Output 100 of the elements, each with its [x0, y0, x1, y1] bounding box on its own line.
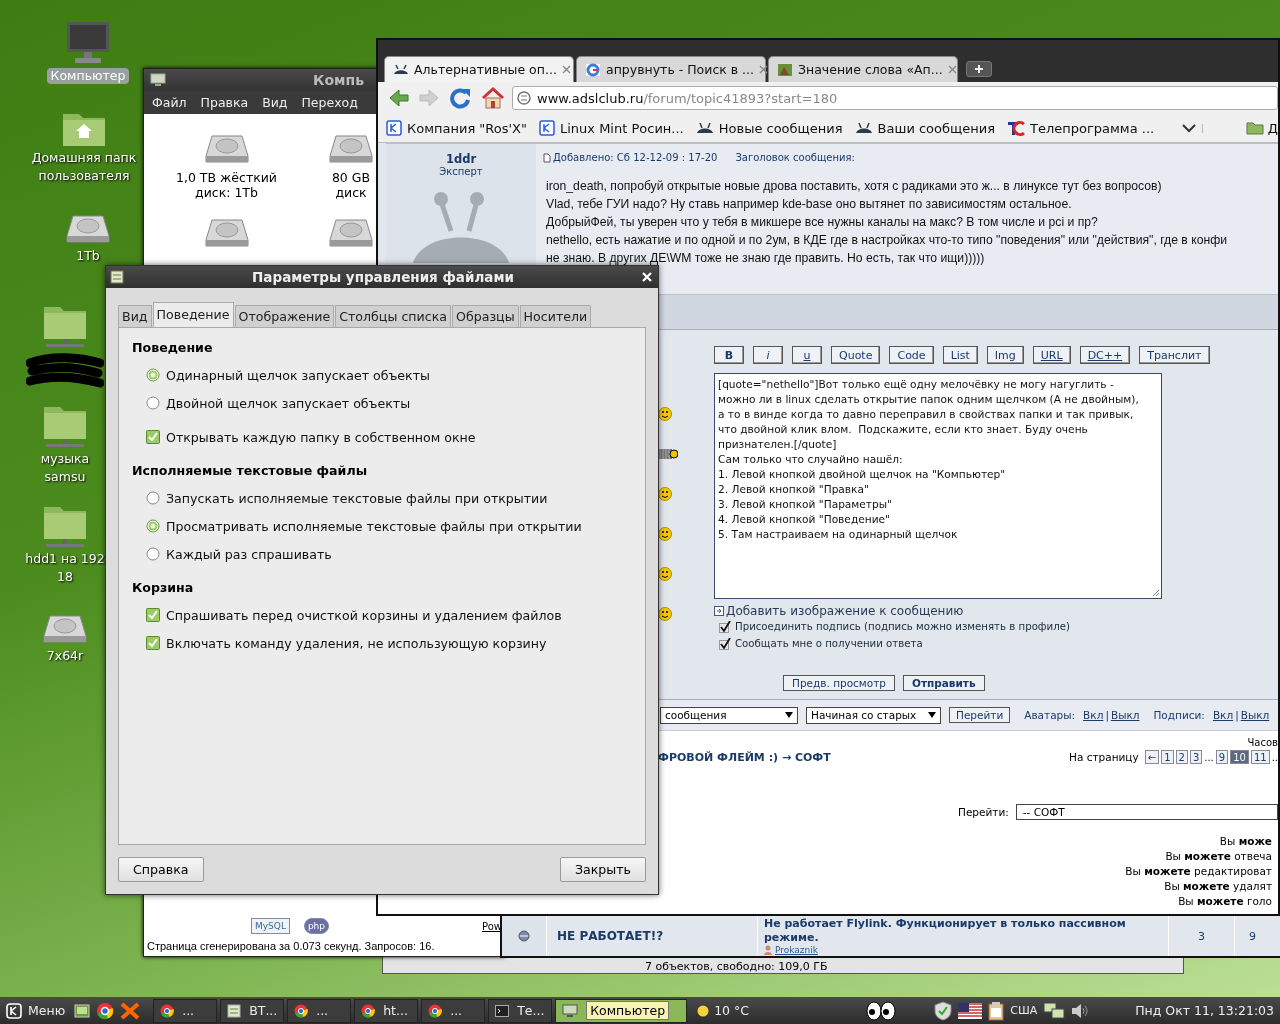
desktop-icon-label[interactable]: 7x64r	[42, 648, 88, 664]
menu-item[interactable]: Переход	[301, 95, 358, 110]
format-button[interactable]: B	[714, 346, 744, 364]
checkbox[interactable]	[146, 636, 160, 650]
page-button[interactable]: ←	[1144, 750, 1160, 764]
jump-select[interactable]: -- СОФТ	[1015, 804, 1278, 820]
window-title: Компь	[313, 72, 365, 88]
permission-text: Вы можете удалят	[1164, 879, 1272, 894]
bookmark[interactable]: Телепрограмма ...	[1007, 120, 1155, 136]
menu-item[interactable]: Вид	[262, 95, 288, 110]
link[interactable]: Выкл	[1240, 709, 1270, 721]
radio-button[interactable]	[146, 368, 160, 382]
taskbar-button[interactable]: ...	[153, 998, 218, 1023]
go-button[interactable]: Перейти	[949, 707, 1011, 723]
page-button[interactable]: 10	[1230, 750, 1249, 764]
dropdown-arrow-icon	[785, 712, 793, 718]
checkbox[interactable]	[719, 637, 731, 650]
bookmark[interactable]: Компания "Ros'X"	[386, 120, 527, 136]
format-button[interactable]: Img	[986, 346, 1024, 364]
format-button[interactable]: URL	[1032, 346, 1071, 364]
link[interactable]: Вкл	[1212, 709, 1234, 721]
radio-button[interactable]	[146, 547, 160, 561]
tab[interactable]: Носители	[519, 305, 592, 327]
menu-item[interactable]: Файл	[152, 95, 187, 110]
format-button[interactable]: DC++	[1079, 346, 1131, 364]
tab[interactable]: Поведение	[152, 302, 234, 328]
format-button[interactable]: List	[942, 346, 978, 364]
tab[interactable]: Образцы	[452, 305, 519, 327]
desktop-icon-label[interactable]: Домашняя папк	[27, 150, 141, 166]
address-bar[interactable]: www.adslclub.ru/forum/topic41893?start=180	[512, 86, 1278, 110]
taskbar-button[interactable]: ht...	[354, 998, 419, 1023]
close-button[interactable]	[642, 272, 652, 282]
breadcrumb[interactable]: ФРОВОЙ ФЛЕЙМ :) → СОФТ	[658, 751, 831, 764]
link[interactable]: Добавить изображение к сообщению	[726, 604, 964, 618]
author-link[interactable]: Prokaznik	[775, 945, 818, 955]
page-button[interactable]: 11	[1250, 750, 1270, 764]
format-button[interactable]: Code	[889, 346, 934, 364]
tab[interactable]: Отображение	[234, 305, 335, 327]
logo-badge: php	[303, 918, 330, 934]
format-button[interactable]: u	[792, 346, 822, 364]
file-label[interactable]: 1,0 TB жёсткий диск: 1Tb	[166, 170, 287, 200]
select-field[interactable]: сообщения	[660, 706, 798, 724]
option-label: Открывать каждую папку в собственном окне	[166, 429, 476, 445]
keyboard-layout[interactable]: США	[1010, 1004, 1038, 1017]
radio-button[interactable]	[146, 519, 160, 533]
taskbar-button[interactable]: ...	[421, 998, 486, 1023]
taskbar-button[interactable]: Компьютер	[555, 998, 688, 1023]
checkbox[interactable]	[146, 608, 160, 622]
dropdown-arrow-icon	[928, 712, 936, 718]
taskbar-button[interactable]: ...	[287, 998, 352, 1023]
close-icon	[759, 65, 769, 74]
topic-title[interactable]: НЕ РАБОТАЕТ!?	[557, 929, 757, 943]
browser-tab[interactable]: Значение слова «Ап...	[768, 56, 958, 82]
menu-button[interactable]: Меню	[0, 1002, 70, 1019]
radio-button[interactable]	[146, 396, 160, 410]
plus-icon	[974, 64, 984, 74]
browser-tab[interactable]: Альтернативные оп...	[384, 56, 574, 82]
folder-icon	[1245, 121, 1264, 135]
page-button[interactable]: 1	[1161, 750, 1174, 764]
select-field[interactable]: Начиная со старых	[806, 706, 941, 724]
desktop-icon-label[interactable]: samsu	[40, 469, 90, 485]
submit-button[interactable]: Отправить	[903, 675, 985, 691]
message-field[interactable]: [quote="nethello"]Вот только ещё одну мелочёвку не могу нагуглить - можно ли в linux сделать открытие папок одним щелчком (А не двойным), а то в винде когда то давно переправил в свойствах папки и так привык, что двойной клик влом. Подскажите, если кто знает. Буду очень признателен.[/quote] Сам только что случайно нашёл: 1. Левой кнопкой двойной щелчок на "Компьютер" 2. Левой кнопкой "Правка" 3. Левой кнопкой "Параметры" 4. Левой кнопкой "Поведение" 5. Там настраиваем на одинарный щелчок	[714, 373, 1162, 599]
file-label[interactable]: 80 GB диск	[329, 170, 373, 200]
format-button[interactable]: i	[753, 346, 783, 364]
bookmark[interactable]: Новые сообщения	[695, 120, 843, 136]
menu-item[interactable]: Правка	[200, 95, 249, 110]
monitor-icon	[562, 1003, 579, 1018]
bookmark[interactable]: Д	[1245, 120, 1278, 136]
checkbox[interactable]	[719, 620, 731, 633]
tab[interactable]: Столбцы списка	[335, 305, 451, 327]
clock[interactable]: Пнд Окт 11, 13:21:03	[1135, 1003, 1274, 1018]
post-text: ДобрыйФей, ты уверен что у тебя в микшере все нужны каналы на макс? В том числе и pci и пр?	[545, 214, 1099, 231]
close-button[interactable]: Закрыть	[559, 857, 646, 882]
bookmark[interactable]: Ваши сообщения	[854, 120, 996, 136]
sun-icon	[697, 1004, 710, 1017]
format-button[interactable]: Транслит	[1139, 346, 1210, 364]
bookmark[interactable]: Linux Mint Росин...	[539, 120, 684, 136]
preview-button[interactable]: Предв. просмотр	[783, 675, 895, 691]
taskbar-button[interactable]: ВТ...	[220, 998, 285, 1023]
dialog-title: Параметры управления файлами	[251, 269, 515, 285]
link[interactable]: Вкл	[1083, 709, 1104, 721]
tab[interactable]: Вид	[118, 305, 152, 327]
page-button[interactable]: 2	[1175, 750, 1188, 764]
author-name[interactable]: 1ddr	[445, 152, 477, 166]
desktop-icon-label[interactable]: 1Tb	[72, 248, 104, 264]
new-tab-button[interactable]	[966, 61, 992, 77]
checkbox[interactable]	[146, 430, 160, 444]
desktop-icon-label[interactable]: музыка	[36, 451, 94, 467]
desktop-icon-label[interactable]: пользователя	[34, 168, 134, 184]
globe-icon	[517, 91, 531, 105]
format-button[interactable]: Quote	[831, 346, 881, 364]
browser-tab[interactable]: апрувнуть - Поиск в ...	[576, 56, 766, 82]
page-button[interactable]: 3	[1189, 750, 1203, 764]
link[interactable]: Выкл	[1110, 709, 1140, 721]
page-button[interactable]: 9	[1215, 750, 1229, 764]
help-button[interactable]: Справка	[118, 857, 204, 882]
taskbar-button[interactable]: Те...	[488, 998, 553, 1023]
radio-button[interactable]	[146, 491, 160, 505]
desktop-icon-label[interactable]: 18	[53, 569, 77, 585]
